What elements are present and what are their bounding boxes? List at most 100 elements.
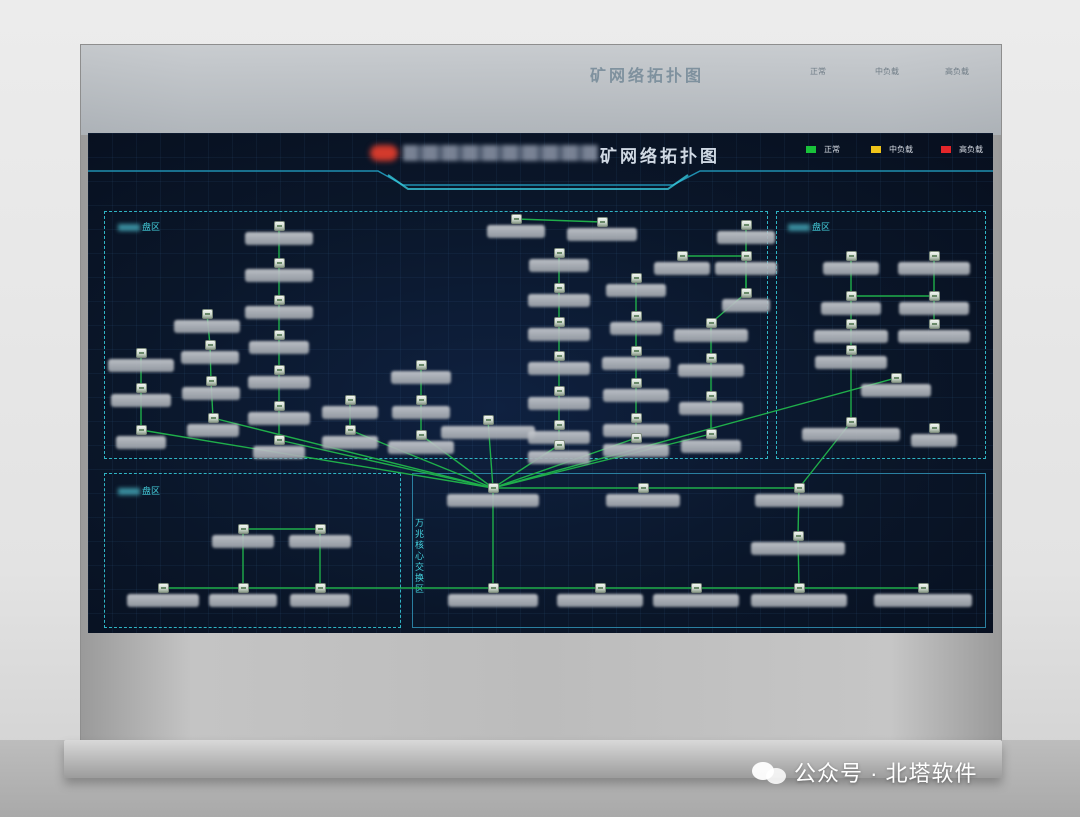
node-label-redacted [606,284,666,297]
network-switch-icon [631,311,642,321]
network-switch-icon [631,273,642,283]
network-switch-icon [891,373,902,383]
network-switch-icon [706,429,717,439]
node-label-redacted [392,406,450,419]
network-switch-icon [202,309,213,319]
network-switch-icon [274,365,285,375]
network-switch-icon [741,251,752,261]
network-switch-icon [315,583,326,593]
node-label-redacted [111,394,171,407]
node-label-redacted [528,328,590,341]
node-label-redacted [127,594,199,607]
network-switch-icon [741,288,752,298]
network-switch-icon [158,583,169,593]
network-link [515,218,603,223]
network-switch-icon [416,395,427,405]
node-label-redacted [253,446,305,459]
node-label-redacted [528,451,590,464]
network-switch-icon [136,383,147,393]
node-label-redacted [182,387,240,400]
node-label-redacted [245,269,313,282]
network-switch-icon [846,251,857,261]
network-switch-icon [554,283,565,293]
node-label-redacted [722,299,770,312]
network-switch-icon [274,330,285,340]
node-label-redacted [674,329,748,342]
node-label-redacted [681,440,741,453]
network-switch-icon [706,353,717,363]
network-switch-icon [511,214,522,224]
node-label-redacted [715,262,777,275]
network-switch-icon [416,430,427,440]
network-switch-icon [846,291,857,301]
reflected-legend-high: 高负载 [945,67,969,76]
node-label-redacted [448,594,538,607]
reflected-legend-normal: 正常 [810,67,826,76]
node-label-redacted [815,356,887,369]
network-switch-icon [345,425,356,435]
network-switch-icon [488,583,499,593]
network-switch-icon [274,295,285,305]
node-label-redacted [290,594,350,607]
node-label-redacted [602,357,670,370]
watermark-text: 公众号 · 北塔软件 [794,761,978,786]
network-switch-icon [274,401,285,411]
node-label-redacted [212,535,274,548]
node-label-redacted [821,302,881,315]
network-switch-icon [595,583,606,593]
network-switch-icon [706,391,717,401]
network-switch-icon [483,415,494,425]
reflected-legend-medium: 中负载 [875,67,899,76]
node-label-redacted [249,341,309,354]
node-label-redacted [557,594,643,607]
network-switch-icon [929,423,940,433]
node-label-redacted [755,494,843,507]
network-switch-icon [206,376,217,386]
node-label-redacted [802,428,900,441]
node-label-redacted [174,320,240,333]
node-label-redacted [823,262,879,275]
network-switch-icon [274,435,285,445]
network-switch-icon [488,483,499,493]
network-switch-icon [205,340,216,350]
network-switch-icon [631,413,642,423]
network-switch-icon [846,345,857,355]
network-switch-icon [794,583,805,593]
node-label-redacted [248,412,310,425]
node-label-redacted [245,306,313,319]
network-switch-icon [554,248,565,258]
node-label-redacted [528,362,590,375]
network-switch-icon [846,417,857,427]
node-label-redacted [814,330,888,343]
network-switch-icon [631,378,642,388]
network-switch-icon [929,251,940,261]
node-label-redacted [441,426,535,439]
network-switch-icon [315,524,326,534]
network-switch-icon [416,360,427,370]
node-label-redacted [653,594,739,607]
network-switch-icon [274,258,285,268]
network-switch-icon [631,433,642,443]
node-label-redacted [717,231,775,244]
network-switch-icon [554,317,565,327]
node-label-redacted [751,542,845,555]
network-links [140,218,935,589]
node-label-redacted [116,436,166,449]
network-switch-icon [677,251,688,261]
network-link [140,429,494,489]
node-label-redacted [248,376,310,389]
node-label-redacted [528,294,590,307]
network-switch-icon [631,346,642,356]
node-label-redacted [567,228,637,241]
network-switch-icon [794,483,805,493]
node-label-redacted [861,384,931,397]
node-label-redacted [678,364,744,377]
node-label-redacted [528,397,590,410]
node-label-redacted [898,330,970,343]
network-switch-icon [238,524,249,534]
node-label-redacted [108,359,174,372]
topology-screen: 矿网络拓扑图 正常 中负载 高负载 盘区 盘区 盘区 万兆核心交换区 [88,133,993,633]
node-label-redacted [898,262,970,275]
watermark: 公众号 · 北塔软件 [752,756,978,788]
node-label-redacted [209,594,277,607]
